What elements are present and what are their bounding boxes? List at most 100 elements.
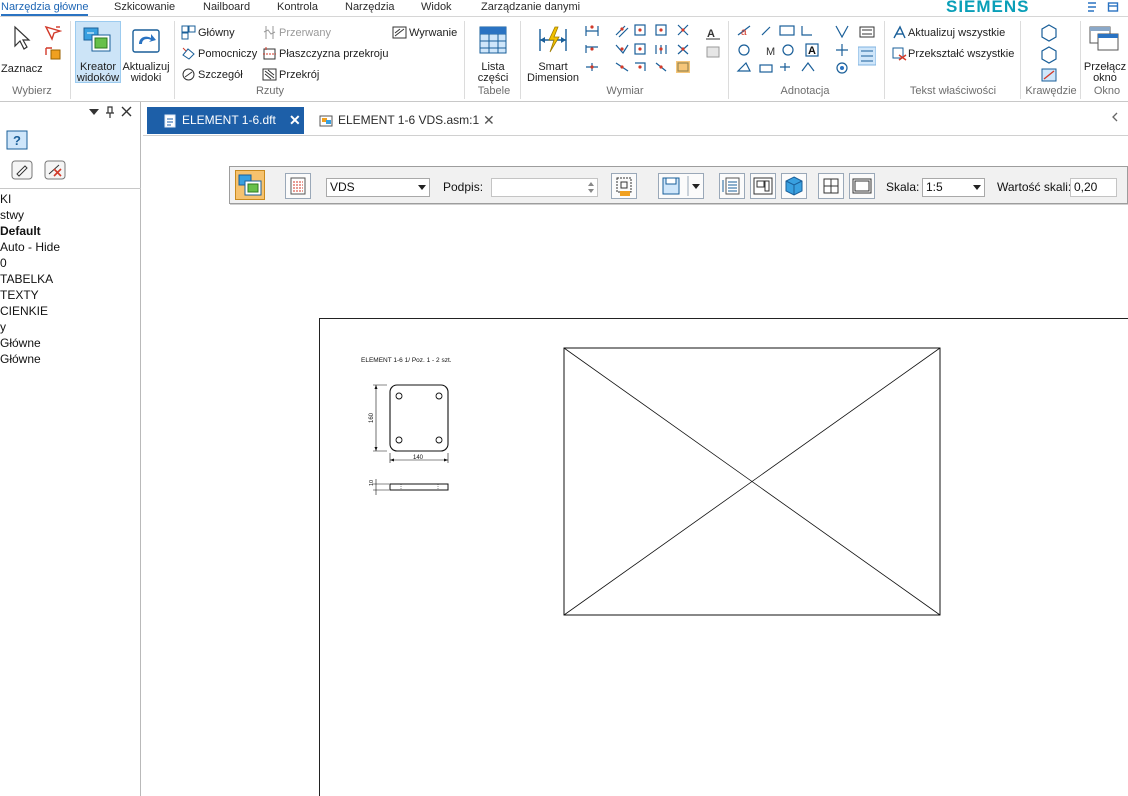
drawing-sheet[interactable]: ELEMENT 1-6 1/ Poz. 1 - 2 szt. 160 140 1… [319, 318, 1128, 796]
balloon-tools-icon[interactable] [858, 25, 876, 71]
shaded-view-button[interactable] [781, 173, 807, 199]
help-icon[interactable]: ? [6, 130, 28, 150]
podpis-label: Podpis: [443, 180, 484, 194]
przeksztalc-wszystkie-button[interactable]: Przekształć wszystkie [908, 48, 1014, 60]
save-view-icon [662, 176, 700, 196]
layer-item[interactable]: CIENKIE [0, 304, 48, 318]
layer-item[interactable]: 0 [0, 256, 7, 270]
group-label-tekst-wlasciwosci: Tekst właściwości [909, 85, 997, 97]
view-options-button[interactable] [285, 173, 311, 199]
cube-icon [785, 176, 803, 196]
view-alignment-icon [823, 178, 839, 194]
dimension-style-icon[interactable]: A [705, 25, 721, 65]
select-filter-icon[interactable] [44, 45, 62, 61]
annotation-tools-icon[interactable]: a M A [736, 23, 854, 85]
podpis-input[interactable] [491, 178, 598, 197]
skala-select[interactable]: 1:5 [922, 178, 985, 197]
pin-icon[interactable] [105, 106, 115, 118]
layer-item[interactable]: TABELKA [0, 272, 53, 286]
tab-scroll-left-icon[interactable] [1111, 112, 1119, 122]
pomocniczy-button[interactable]: Pomocniczy [198, 48, 257, 60]
tab-zarzadzanie-danymi[interactable]: Zarządzanie danymi [481, 0, 580, 16]
parts-list-icon[interactable] [478, 25, 508, 55]
ribbon: Zaznacz Wybierz Kreator widoków Aktualizu… [0, 16, 1128, 102]
tab-widok[interactable]: Widok [421, 0, 452, 16]
view-wizard-mode-button[interactable] [235, 170, 265, 200]
update-all-text-icon [893, 25, 906, 39]
caption-properties-button[interactable] [611, 173, 637, 199]
layer-item-active[interactable]: Default [0, 224, 41, 238]
section-view-icon [262, 68, 277, 81]
svg-text:?: ? [13, 133, 21, 148]
view-orientation-button[interactable] [719, 173, 745, 199]
doc-tab-dft[interactable]: ELEMENT 1-6.dft ✕ [147, 107, 304, 134]
wartosc-skali-input[interactable]: 0,20 [1070, 178, 1117, 197]
ribbon-options-icon[interactable] [1086, 1, 1098, 13]
drawing-view-layout-button[interactable] [750, 173, 776, 199]
close-tab-icon[interactable]: ✕ [289, 107, 301, 134]
layer-item[interactable]: y [0, 320, 6, 334]
layer-item[interactable]: Główne [0, 352, 41, 366]
skala-label: Skala: [886, 180, 920, 194]
lista-czesci-button[interactable]: Lista części [470, 62, 516, 84]
close-tab-icon[interactable]: ✕ [483, 107, 495, 134]
glowny-button[interactable]: Główny [198, 27, 235, 39]
aktualizuj-widoki-button[interactable]: Aktualizuj widoki [122, 62, 170, 84]
close-panel-icon[interactable] [121, 106, 132, 117]
layer-item[interactable]: Główne [0, 336, 41, 350]
select-tool-icon[interactable] [44, 25, 62, 41]
tab-nailboard[interactable]: Nailboard [203, 0, 250, 16]
view-border-button[interactable] [849, 173, 875, 199]
view-type-select[interactable]: VDS [326, 178, 430, 197]
layer-properties-icon[interactable] [11, 160, 33, 180]
view-wizard-toolbar: VDS Podpis: Skala: 1:5 Wartość skali: 0,… [229, 166, 1128, 204]
edges-tools-icon[interactable] [1040, 23, 1058, 83]
smart-dimension-button[interactable]: Smart Dimension [526, 62, 580, 84]
przekroj-button[interactable]: Przekrój [279, 69, 319, 81]
smart-dimension-icon[interactable] [537, 25, 569, 55]
szczegol-button[interactable]: Szczegół [198, 69, 243, 81]
layer-item[interactable]: stwy [0, 208, 24, 222]
przerwany-button[interactable]: Przerwany [279, 27, 331, 39]
tab-narzedzia-glowne[interactable]: Narzędzia główne [1, 0, 89, 16]
chevron-down-icon [973, 185, 981, 190]
svg-text:a: a [741, 27, 747, 38]
document-tabs: ELEMENT 1-6.dft ✕ ELEMENT 1-6 VDS.asm:1 … [143, 102, 1128, 136]
group-separator [174, 21, 175, 99]
layer-item[interactable]: KI [0, 192, 11, 206]
window-layout-icon[interactable] [1107, 1, 1119, 13]
layer-item[interactable]: TEXTY [0, 288, 39, 302]
svg-text:A: A [808, 45, 816, 57]
przelacz-okno-button[interactable]: Przełącz okno [1082, 62, 1128, 84]
menu-bar: Narzędzia główne Szkicowanie Nailboard K… [0, 0, 1128, 16]
cursor-arrow-icon[interactable] [12, 25, 32, 51]
wartosc-skali-label: Wartość skali: [997, 180, 1072, 194]
delete-layer-icon[interactable] [44, 160, 66, 180]
wyrwanie-button[interactable]: Wyrwanie [409, 27, 457, 39]
zaznacz-button[interactable]: Zaznacz [1, 63, 43, 75]
layer-item[interactable]: Auto - Hide [0, 240, 60, 254]
part-title-text: ELEMENT 1-6 1/ Poz. 1 - 2 szt. [361, 357, 452, 364]
plaszczyzna-przekroju-button[interactable]: Płaszczyzna przekroju [279, 48, 388, 60]
update-views-icon[interactable] [130, 27, 162, 55]
panel-menu-icon[interactable] [88, 108, 100, 116]
group-separator [1020, 21, 1021, 99]
view-placeholder-box [563, 347, 941, 616]
spinner-icon[interactable] [587, 180, 595, 195]
aktualizuj-wszystkie-button[interactable]: Aktualizuj wszystkie [908, 27, 1005, 39]
switch-window-icon[interactable] [1088, 25, 1120, 53]
tab-kontrola[interactable]: Kontrola [277, 0, 318, 16]
doc-tab-asm[interactable]: ELEMENT 1-6 VDS.asm:1 ✕ [311, 107, 511, 134]
svg-text:M: M [766, 46, 775, 58]
group-separator [884, 21, 885, 99]
group-label-wybierz: Wybierz [12, 85, 52, 97]
tab-narzedzia[interactable]: Narzędzia [345, 0, 395, 16]
dimension-tools-icon[interactable] [583, 23, 701, 85]
save-view-dropdown[interactable] [658, 173, 704, 199]
chevron-down-icon [418, 185, 426, 190]
group-label-okno: Okno [1093, 85, 1121, 97]
view-alignment-button[interactable] [818, 173, 844, 199]
doc-tab-label: ELEMENT 1-6 VDS.asm:1 [338, 113, 480, 127]
plate-top-view: 160 140 [369, 384, 449, 463]
tab-szkicowanie[interactable]: Szkicowanie [114, 0, 175, 16]
